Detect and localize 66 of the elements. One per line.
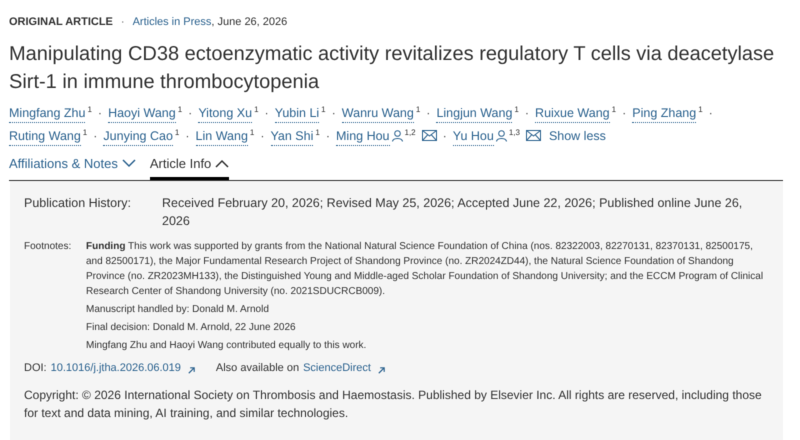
mail-icon[interactable] — [422, 130, 437, 142]
separator-dot: · — [332, 104, 336, 122]
author-link[interactable]: Ping Zhang — [632, 104, 696, 122]
separator-dot: · — [426, 104, 430, 122]
footnote-text: Manuscript handled by: Donald M. Arnold — [86, 303, 270, 317]
article-type: ORIGINAL ARTICLE — [9, 15, 113, 30]
external-link-icon — [376, 366, 386, 375]
author-link[interactable]: Yubin Li — [274, 104, 320, 122]
publication-date: , June 26, 2026 — [211, 15, 288, 30]
show-less-link[interactable]: Show less — [548, 126, 606, 144]
author-link[interactable]: Ming Hou — [336, 126, 390, 146]
author-link[interactable]: Yan Shi — [270, 126, 314, 146]
availability-text: Also available on — [216, 361, 300, 376]
affiliation-number: 1 — [174, 128, 180, 138]
chevron-down-icon — [122, 158, 136, 168]
separator-dot: · — [120, 15, 125, 30]
affiliation-number: 1 — [698, 104, 703, 114]
affiliation-number: 1 — [416, 104, 420, 114]
affiliation-number: 1 — [612, 104, 616, 114]
tab[interactable]: Affiliations & Notes — [9, 154, 136, 180]
affiliation-number: 1 — [254, 104, 259, 114]
affiliation-number: 1 — [82, 128, 88, 138]
footnote-text: Funding This work was supported by grants from the National Natural Science Foundation of China (nos. 82322003, 82270131, 82370131, 82500175, and 82500171), the Major Fundamental Research Project of Shandong Province (no. ZR2024ZD44), the Natural Science Foundation of Shandong Province (no. ZR2023MH133), the Distinguished Young and Middle-aged Scholar Foundation of Shandong University; and the ECCM Program of Clinical Research Center of Shandong University (no. 2021SDUCRCB009). — [86, 240, 764, 299]
field-label: Footnotes: — [24, 240, 72, 254]
author-link[interactable]: Haoyi Wang — [108, 104, 176, 122]
publication-history: Received February 20, 2026; Revised May 25, 2026; Accepted June 22, 2026; Published online June 26, 2026 — [162, 195, 744, 230]
sciencedirect-link[interactable]: ScienceDirect — [303, 360, 371, 376]
issue-link[interactable]: Articles in Press — [132, 14, 212, 30]
affiliation-number: 1 — [178, 104, 182, 114]
separator-dot: · — [524, 104, 530, 122]
separator-dot: · — [708, 104, 713, 122]
footnote-text: Mingfang Zhu and Haoyi Wang contributed equally to this work. — [86, 339, 368, 353]
separator-dot: · — [326, 128, 330, 144]
author-link[interactable]: Ruting Wang — [9, 126, 81, 146]
separator-dot: · — [260, 128, 265, 144]
separator-dot: · — [264, 104, 269, 122]
separator-dot: · — [622, 104, 626, 122]
author-link[interactable]: Junying Cao — [103, 126, 173, 146]
separator-dot: · — [98, 104, 102, 122]
affiliation-number: 1,2 — [404, 128, 416, 138]
footnote-text: Final decision: Donald M. Arnold, 22 June 2026 — [86, 321, 297, 335]
article-title: Manipulating CD38 ectoenzymatic activity revitalizes regulatory T cells via deacetylase Sirt-1 in immune thrombocytopenia — [9, 42, 776, 94]
separator-dot: · — [93, 128, 98, 144]
author-link[interactable]: Mingfang Zhu — [9, 104, 86, 122]
affiliation-number: 1,3 — [508, 128, 520, 138]
separator-dot: · — [442, 128, 447, 144]
chevron-up-icon — [215, 158, 230, 168]
separator-dot: · — [185, 128, 190, 144]
affiliation-number: 1 — [250, 128, 254, 138]
author-link[interactable]: Lingjun Wang — [436, 104, 512, 122]
field-label: Publication History: — [24, 195, 132, 212]
copyright-text: Copyright: © 2026 International Society on Thrombosis and Haemostasis. Published by Elsevier Inc. All rights are reserved, including those for text and data mining, AI training, and similar technologies. — [24, 386, 763, 422]
separator-dot: · — [188, 104, 192, 122]
affiliation-number: 1 — [321, 104, 326, 114]
author-link[interactable]: Ruixue Wang — [535, 104, 610, 122]
affiliation-number: 1 — [315, 128, 320, 138]
author-link[interactable]: Wanru Wang — [342, 104, 414, 122]
author-link[interactable]: Yu Hou — [452, 126, 494, 146]
field-label: DOI: — [24, 361, 47, 376]
mail-icon[interactable] — [526, 130, 541, 142]
affiliation-number: 1 — [514, 104, 519, 114]
author-link[interactable]: Yitong Xu — [198, 104, 252, 122]
external-link-icon — [186, 366, 196, 375]
affiliation-number: 1 — [87, 104, 92, 114]
doi-link[interactable]: 10.1016/j.jtha.2026.06.019 — [50, 360, 181, 376]
author-link[interactable]: Lin Wang — [196, 126, 248, 146]
